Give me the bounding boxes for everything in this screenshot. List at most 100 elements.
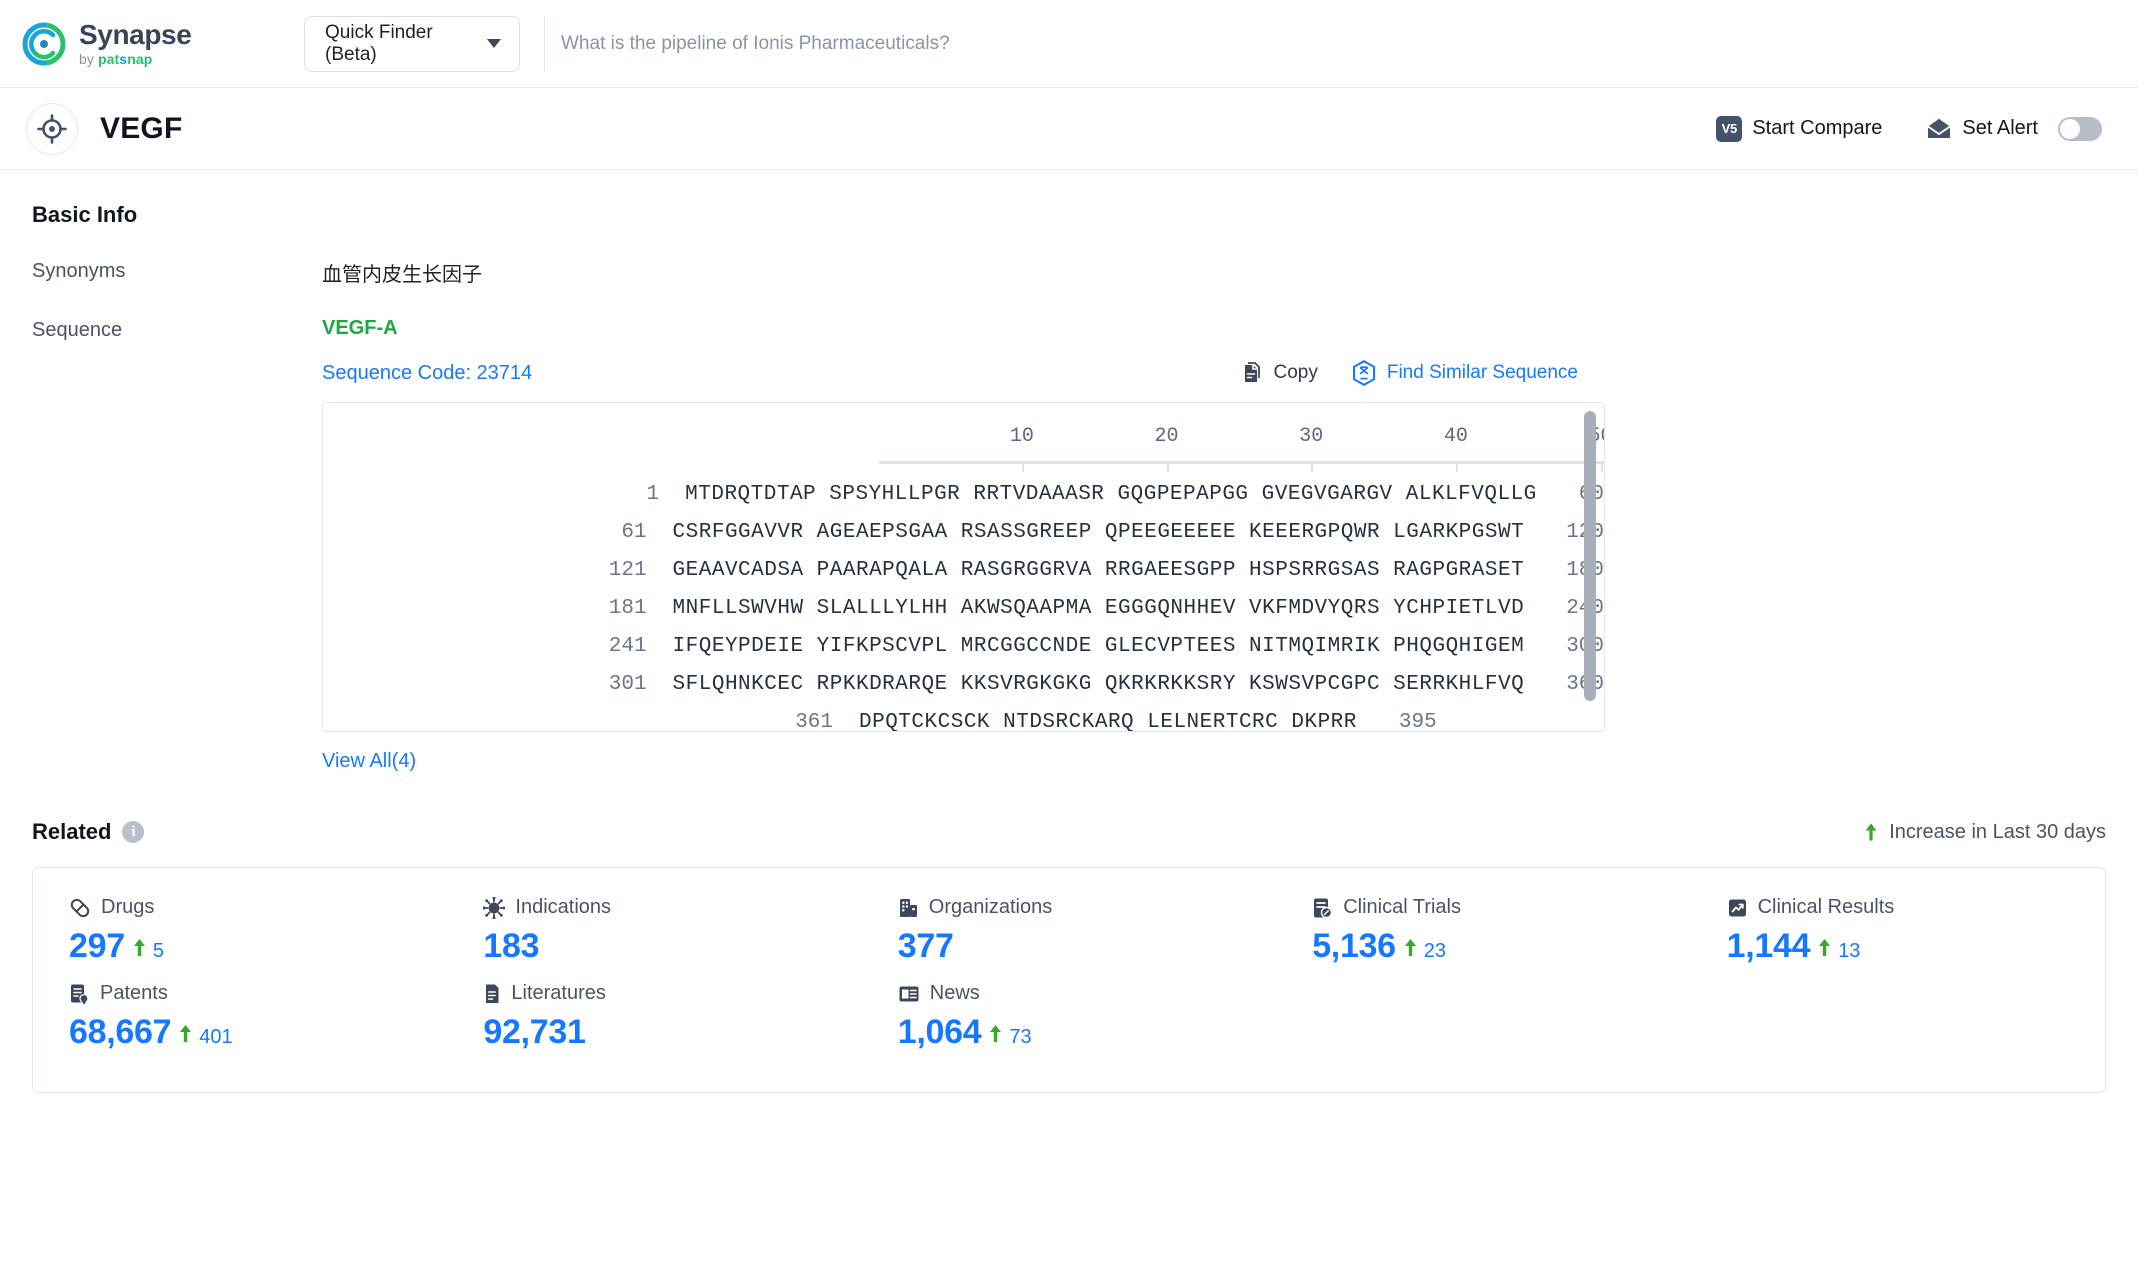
metric-value[interactable]: 1,064 [898, 1013, 982, 1052]
metric-delta-value: 5 [152, 940, 164, 962]
ruler-tick [1166, 461, 1169, 472]
news-icon [898, 984, 920, 1004]
metric-label: Organizations [928, 896, 1053, 918]
increase-legend-label: Increase in Last 30 days [1889, 820, 2106, 843]
metric-value[interactable]: 68,667 [69, 1013, 172, 1052]
up-arrow-icon [1864, 822, 1878, 842]
basic-info-heading: Basic Info [32, 202, 138, 227]
metric-value-row: 68,667 401 [69, 1013, 447, 1052]
metric-organizations[interactable]: Organizations 377 [862, 896, 1276, 966]
metric-delta: 73 [989, 1024, 1032, 1049]
versus-icon: V5 [1716, 115, 1743, 142]
sequence-end-index: 395 [1398, 711, 1437, 732]
sequence-rows: 1 MTDRQTDTAP SPSYHLLPGR RRTVDAAASR GQGPEP… [323, 483, 1604, 732]
sequence-viewer[interactable]: 1020304050 1MTDRQTDTAP SPSYHLLPGR RRTVDA… [322, 402, 1605, 732]
toggle-knob [2060, 118, 2080, 139]
metric-value[interactable]: 377 [898, 927, 954, 966]
pill-icon [69, 897, 91, 919]
chevron-down-icon [487, 39, 501, 48]
sequence-residues[interactable]: MTDRQTDTAP SPSYHLLPGR RRTVDAAASR GQGPEPA… [685, 483, 1537, 506]
set-alert-control[interactable]: Set Alert [1926, 116, 2102, 141]
set-alert-label: Set Alert [1962, 117, 2038, 139]
ruler-tick-label: 20 [1154, 425, 1179, 448]
clinical-trial-icon [1312, 897, 1333, 919]
info-icon[interactable]: i [122, 821, 145, 843]
patent-icon [69, 983, 90, 1005]
copy-icon [1239, 361, 1262, 385]
app-logo[interactable]: Synapse by patsnap [22, 21, 274, 66]
ruler-tick [1311, 461, 1314, 472]
sequence-residues[interactable]: GEAAVCADSA PAARAPQALA RASGRGGRVA RRGAEES… [673, 559, 1525, 582]
page-title: VEGF [100, 111, 183, 145]
metric-value[interactable]: 297 [69, 927, 125, 966]
metric-header: Clinical Results [1727, 896, 2105, 919]
metric-label: Indications [515, 896, 612, 918]
literature-icon [483, 983, 501, 1005]
sequence-residues[interactable]: DPQTCKCSCK NTDSRCKARQ LELNERTCRC DKPRR [859, 711, 1357, 731]
sequence-residues[interactable]: IFQEYPDEIE YIFKPSCVPL MRCGGCCNDE GLECVPT… [673, 635, 1525, 658]
related-metrics-card: Drugs 297 5 Indications 183 Organizations 377 C… [32, 867, 2106, 1093]
start-compare-label: Start Compare [1752, 117, 1883, 139]
metric-header: Clinical Trials [1312, 896, 1690, 919]
sequence-residues[interactable]: CSRFGGAVVR AGEAEPSGAA RSASSGREEP QPEEGEE… [673, 521, 1525, 544]
scrollbar-thumb[interactable] [1584, 411, 1596, 701]
copy-label: Copy [1273, 362, 1318, 383]
quick-finder-label: Quick Finder (Beta) [325, 21, 433, 65]
search-input[interactable] [561, 32, 2138, 55]
ruler-tick-label: 30 [1299, 425, 1324, 448]
start-compare-button[interactable]: V5 Start Compare [1716, 115, 1883, 142]
quick-finder-select[interactable]: Quick Finder (Beta) [304, 15, 520, 72]
metric-patents[interactable]: Patents 68,667 401 [33, 982, 447, 1052]
find-similar-sequence-button[interactable]: Find Similar Sequence [1352, 360, 1578, 386]
metric-header: Literatures [483, 982, 861, 1005]
up-arrow-icon [133, 938, 146, 957]
up-arrow-icon [1818, 938, 1831, 957]
sequence-code-link[interactable]: Sequence Code: 23714 [322, 362, 532, 385]
metric-value-row: 5,136 23 [1312, 927, 1690, 966]
ruler-line [879, 461, 1604, 464]
metric-clinical-trials[interactable]: Clinical Trials 5,136 23 [1276, 896, 1690, 966]
sequence-residues[interactable]: SFLQHNKCEC RPKKDRARQE KKSVRGKGKG QKRKRKK… [673, 673, 1525, 696]
metric-value-row: 297 5 [69, 927, 447, 966]
main-content: Basic Info Synonyms 血管内皮生长因子 Sequence VE… [0, 202, 2138, 1093]
ruler-tick-label: 10 [1009, 425, 1034, 448]
metric-label: Literatures [511, 982, 606, 1004]
metric-value[interactable]: 92,731 [483, 1013, 586, 1052]
metric-value-row: 183 [483, 927, 861, 966]
copy-button[interactable]: Copy [1239, 361, 1318, 385]
sequence-start-index: 301 [608, 673, 647, 696]
sequence-start-index: 361 [795, 711, 833, 732]
up-arrow-icon [179, 1024, 192, 1043]
metric-drugs[interactable]: Drugs 297 5 [33, 896, 447, 966]
increase-legend: Increase in Last 30 days [1864, 821, 2106, 844]
metric-delta-value: 401 [199, 1026, 233, 1048]
organization-icon [898, 897, 919, 919]
metric-label: Clinical Trials [1343, 896, 1461, 918]
set-alert-toggle[interactable] [2058, 116, 2102, 141]
metric-value[interactable]: 5,136 [1312, 927, 1396, 966]
sequence-residues[interactable]: MNFLLSWVHW SLALLLYLHH AKWSQAAPMA EGGGQNH… [673, 597, 1525, 620]
ruler-tick [1600, 461, 1603, 472]
view-all-link[interactable]: View All(4) [322, 750, 416, 773]
logo-tagline: by patsnap [79, 51, 153, 67]
sequence-row: Sequence VEGF-A Sequence Code: 23714 Cop… [32, 317, 2106, 773]
related-header: Related i Increase in Last 30 days [32, 819, 2106, 845]
metric-indications[interactable]: Indications 183 [447, 896, 861, 966]
metric-header: Drugs [69, 896, 447, 919]
metric-label: News [929, 982, 980, 1004]
synonyms-row: Synonyms 血管内皮生长因子 [32, 258, 2106, 287]
metric-label: Clinical Results [1757, 896, 1895, 918]
sequence-scrollbar[interactable] [1584, 411, 1596, 725]
synapse-logo-icon [22, 22, 66, 66]
metric-value[interactable]: 1,144 [1727, 927, 1811, 966]
find-similar-sequence-label: Find Similar Sequence [1386, 362, 1578, 383]
ruler-tick-label: 40 [1443, 425, 1468, 448]
metric-news[interactable]: News 1,064 73 [862, 982, 1276, 1052]
metric-literatures[interactable]: Literatures 92,731 [447, 982, 861, 1052]
metric-value[interactable]: 183 [483, 927, 539, 966]
metric-clinical-results[interactable]: Clinical Results 1,144 13 [1691, 896, 2105, 966]
metric-header: Indications [483, 896, 861, 919]
search-bar[interactable] [544, 15, 2138, 72]
metric-delta: 5 [133, 938, 164, 963]
synonyms-label: Synonyms [32, 260, 126, 282]
